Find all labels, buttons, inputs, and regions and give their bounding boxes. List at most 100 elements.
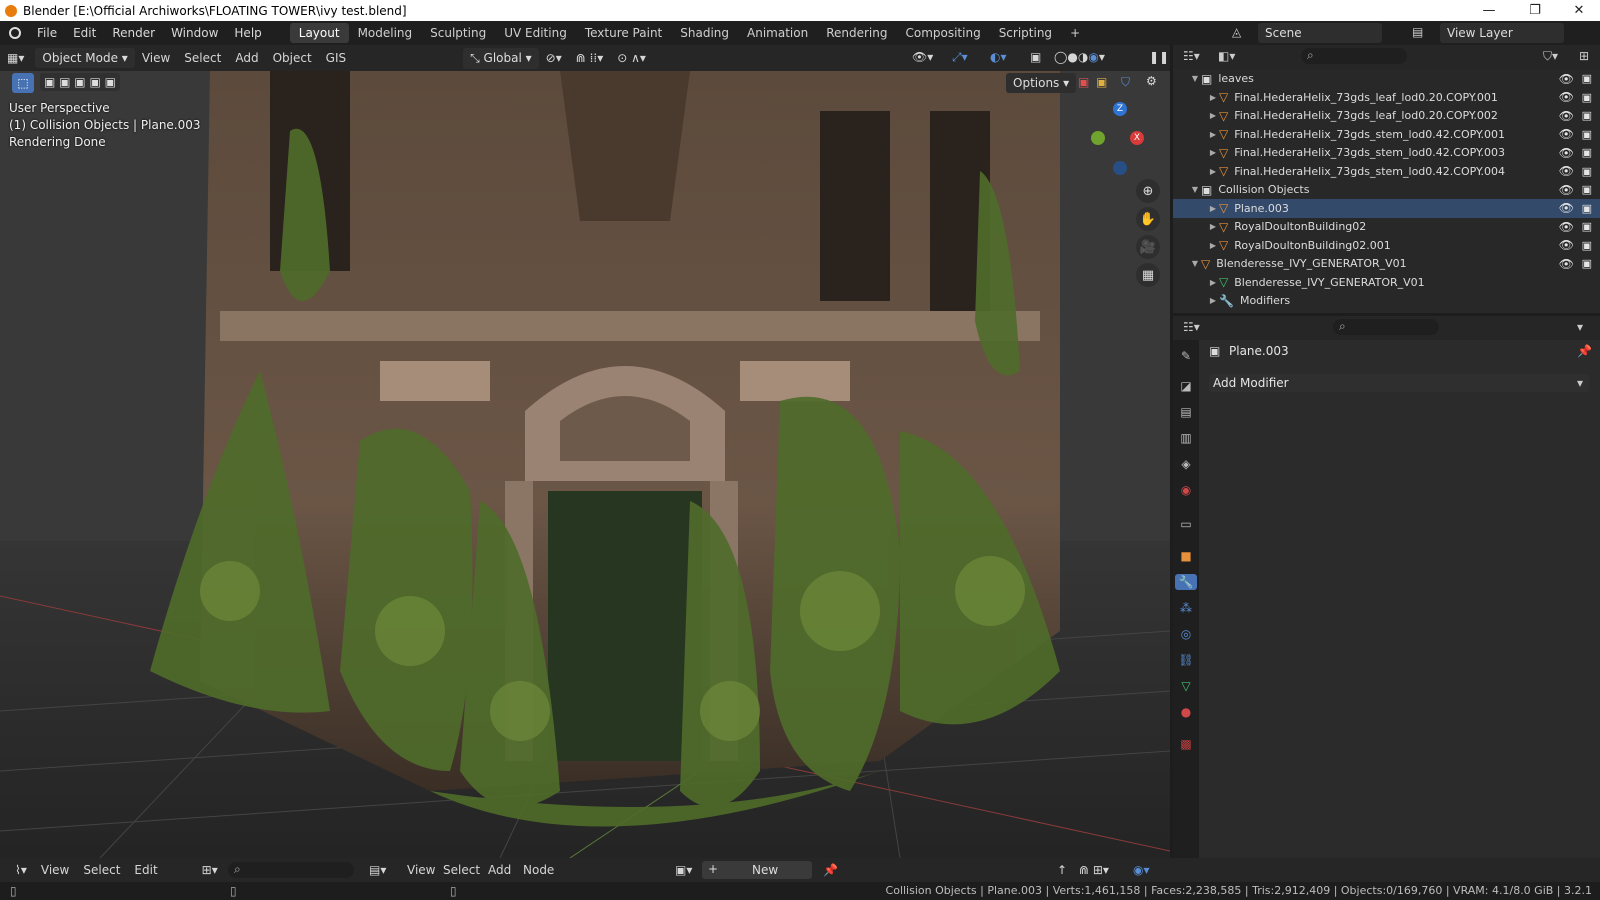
render-camera-icon[interactable]: ▣: [1582, 109, 1592, 122]
add-modifier-dropdown[interactable]: Add Modifier ▾: [1209, 374, 1589, 392]
settings-gear-icon[interactable]: ⚙: [1146, 74, 1157, 88]
outliner-row[interactable]: ▶ ▽ RoyalDoultonBuilding02 👁 ▣: [1173, 217, 1600, 236]
modifier-tab-icon[interactable]: 🔧: [1175, 574, 1197, 590]
scene-selector[interactable]: Scene: [1258, 23, 1382, 43]
scene-tab-icon[interactable]: ◈: [1178, 456, 1194, 472]
timeline-editor-icon[interactable]: ⌇▾: [8, 863, 34, 877]
view-layer-selector[interactable]: View Layer: [1440, 23, 1564, 43]
render-camera-icon[interactable]: ▣: [1582, 128, 1592, 141]
pan-hand-icon[interactable]: ✋: [1136, 207, 1160, 231]
expand-right-icon[interactable]: ▶: [1207, 222, 1219, 231]
parent-node-icon[interactable]: ↑: [1050, 863, 1074, 877]
node-tree-type-icon[interactable]: ▣▾: [668, 863, 699, 877]
render-camera-icon[interactable]: ▣: [1582, 220, 1592, 233]
visibility-eye-icon[interactable]: 👁: [1559, 257, 1574, 271]
visibility-eye-icon[interactable]: 👁: [1559, 90, 1574, 104]
xray-icon[interactable]: ▣: [1023, 50, 1048, 64]
new-collection-icon[interactable]: ⊞: [1579, 49, 1589, 63]
render-camera-icon[interactable]: ▣: [1582, 257, 1592, 270]
visibility-eye-icon[interactable]: 👁: [1559, 201, 1574, 215]
menu-render[interactable]: Render: [104, 26, 163, 40]
outliner-row[interactable]: ▶ ▽ Final.HederaHelix_73gds_stem_lod0.42.C…: [1173, 162, 1600, 181]
node-menu-select[interactable]: Select: [436, 863, 487, 877]
3d-viewport[interactable]: ⬚ ▣ ▣ ▣ ▣ ▣ Options ▾ ▣ ▣ ⛉ ⚙ User Persp…: [0, 71, 1170, 858]
texture-tab-icon[interactable]: ▩: [1178, 736, 1194, 752]
gizmo-x-axis[interactable]: X: [1130, 131, 1144, 145]
outliner-row[interactable]: ▶ ▽ Plane.003 👁 ▣: [1173, 198, 1600, 218]
transform-orientation[interactable]: ⤡ Global ▾: [463, 47, 539, 69]
render-region-icon[interactable]: ▣: [1078, 75, 1089, 89]
zoom-icon[interactable]: ⊕: [1136, 179, 1160, 203]
ortho-grid-icon[interactable]: ▦: [1136, 263, 1160, 287]
visibility-eye-icon[interactable]: 👁: [1559, 146, 1574, 160]
properties-search-input[interactable]: ⌕: [1333, 319, 1439, 335]
outliner-row[interactable]: ▶ 🔧 Modifiers: [1173, 291, 1600, 310]
world-tab-icon[interactable]: ◉: [1178, 482, 1194, 498]
gizmo-toggle-icon[interactable]: ⤢▾: [945, 50, 975, 65]
particles-tab-icon[interactable]: ⁂: [1178, 600, 1194, 616]
pivot-icon[interactable]: ⊘▾: [539, 51, 569, 65]
snap-icon[interactable]: ⋒ ⁞⁞▾: [569, 51, 611, 65]
outliner-row[interactable]: ▼ ▣ leaves 👁 ▣: [1173, 69, 1600, 88]
visibility-eye-icon[interactable]: 👁: [1559, 183, 1574, 197]
tab-shading[interactable]: Shading: [671, 23, 738, 43]
expand-right-icon[interactable]: ▶: [1207, 278, 1219, 287]
visibility-eye-icon[interactable]: 👁: [1559, 164, 1574, 178]
physics-tab-icon[interactable]: ◎: [1178, 626, 1194, 642]
menu-add[interactable]: Add: [228, 51, 265, 65]
gizmo-y-axis[interactable]: [1091, 131, 1105, 145]
bottom-menu-view[interactable]: View: [34, 863, 76, 877]
render-camera-icon[interactable]: ▣: [1582, 165, 1592, 178]
outliner-editor-icon[interactable]: ☷▾: [1183, 49, 1200, 63]
expand-down-icon[interactable]: ▼: [1189, 259, 1201, 268]
mode-selector[interactable]: Object Mode ▾: [35, 48, 135, 68]
menu-file[interactable]: File: [29, 26, 65, 40]
shading-modes-icon[interactable]: ◯●◑◉▾: [1047, 50, 1112, 64]
data-tab-icon[interactable]: ▽: [1178, 678, 1194, 694]
outliner-row[interactable]: ▶ ▽ Blenderesse_IVY_GENERATOR_V01: [1173, 273, 1600, 292]
pause-render-icon[interactable]: ❚❚: [1142, 50, 1176, 64]
bottom-search-input[interactable]: ⌕: [228, 862, 354, 878]
expand-right-icon[interactable]: ▶: [1207, 241, 1219, 250]
outliner-filter-icon[interactable]: ⛉▾: [1543, 49, 1558, 64]
minimize-button[interactable]: —: [1466, 0, 1512, 21]
menu-view[interactable]: View: [135, 51, 177, 65]
tab-modeling[interactable]: Modeling: [349, 23, 422, 43]
tool-tab-icon[interactable]: ✎: [1178, 348, 1194, 364]
proportional-edit-icon[interactable]: ⊙ ∧▾: [610, 51, 653, 65]
outliner-row[interactable]: ▶ ▽ Final.HederaHelix_73gds_leaf_lod0.20.C…: [1173, 106, 1600, 125]
outliner-row[interactable]: ▶ ▽ Final.HederaHelix_73gds_leaf_lod0.20.C…: [1173, 88, 1600, 107]
bottom-menu-select[interactable]: Select: [76, 863, 127, 877]
selection-mode-icons[interactable]: ▣ ▣ ▣ ▣ ▣: [40, 73, 120, 91]
camera-view-icon[interactable]: 🎥: [1136, 235, 1160, 259]
navigation-gizmo[interactable]: Z X: [1090, 101, 1150, 181]
menu-edit[interactable]: Edit: [65, 26, 104, 40]
maximize-button[interactable]: ❐: [1512, 0, 1558, 21]
expand-right-icon[interactable]: ▶: [1207, 93, 1219, 102]
menu-gis[interactable]: GIS: [319, 51, 353, 65]
outliner-row[interactable]: ▶ ▽ Final.HederaHelix_73gds_stem_lod0.42.C…: [1173, 125, 1600, 144]
visibility-eye-icon[interactable]: 👁: [1559, 220, 1574, 234]
node-editor-icon[interactable]: ▤▾: [362, 863, 393, 877]
visibility-eye-icon[interactable]: 👁: [1559, 109, 1574, 123]
tab-scripting[interactable]: Scripting: [990, 23, 1061, 43]
tab-animation[interactable]: Animation: [738, 23, 817, 43]
tab-texture-paint[interactable]: Texture Paint: [576, 23, 671, 43]
scene-icon[interactable]: ◬: [1232, 25, 1241, 39]
visibility-eye-icon[interactable]: 👁: [1559, 127, 1574, 141]
render-camera-icon[interactable]: ▣: [1582, 202, 1592, 215]
properties-options-icon[interactable]: ▾: [1577, 320, 1583, 334]
editor-type-icon[interactable]: ▦▾: [0, 51, 31, 65]
expand-right-icon[interactable]: ▶: [1207, 130, 1219, 139]
tab-sculpting[interactable]: Sculpting: [421, 23, 495, 43]
render-camera-icon[interactable]: ▣: [1582, 183, 1592, 196]
expand-right-icon[interactable]: ▶: [1207, 148, 1219, 157]
snap-node-icon[interactable]: ⋒ ⊞▾: [1072, 863, 1116, 877]
new-node-tree-button[interactable]: + New: [702, 861, 812, 879]
outliner-row[interactable]: ▶ ▽ Final.HederaHelix_73gds_stem_lod0.42.C…: [1173, 143, 1600, 162]
outliner-row[interactable]: ▼ ▣ Collision Objects 👁 ▣: [1173, 180, 1600, 199]
visibility-eye-icon[interactable]: 👁: [1559, 238, 1574, 252]
gizmo-neg-z-axis[interactable]: [1113, 161, 1127, 175]
select-tool-icon[interactable]: ⬚: [12, 73, 34, 93]
outliner-row[interactable]: ▶ ▽ RoyalDoultonBuilding02.001 👁 ▣: [1173, 236, 1600, 255]
